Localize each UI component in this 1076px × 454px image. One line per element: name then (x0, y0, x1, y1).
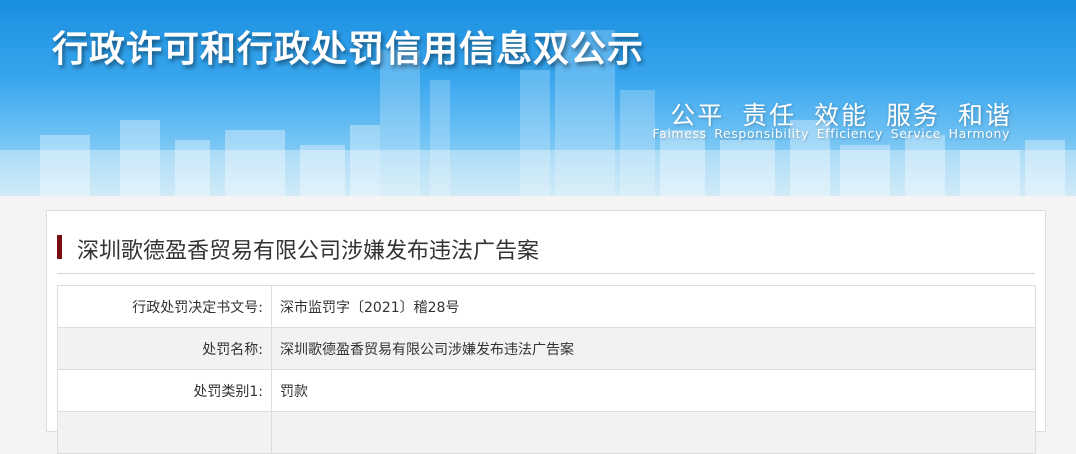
field-label: 处罚类别1: (57, 369, 272, 412)
field-label (57, 411, 272, 454)
case-title: 深圳歌德盈香贸易有限公司涉嫌发布违法广告案 (77, 239, 540, 264)
case-detail-panel: 深圳歌德盈香贸易有限公司涉嫌发布违法广告案 行政处罚决定书文号: 深市监罚字〔2… (46, 210, 1046, 454)
header-banner: 行政许可和行政处罚信用信息双公示 公平 责任 效能 服务 和谐 Faimess … (0, 0, 1076, 196)
field-value: 罚款 (271, 369, 1036, 412)
table-row (57, 411, 1036, 454)
field-value: 深圳歌德盈香贸易有限公司涉嫌发布违法广告案 (271, 327, 1036, 370)
title-accent-bar (57, 235, 62, 259)
table-row: 处罚类别1: 罚款 (57, 369, 1036, 412)
site-title: 行政许可和行政处罚信用信息双公示 (52, 29, 645, 70)
case-info-table: 行政处罚决定书文号: 深市监罚字〔2021〕稽28号 处罚名称: 深圳歌德盈香贸… (57, 285, 1036, 454)
table-row: 行政处罚决定书文号: 深市监罚字〔2021〕稽28号 (57, 285, 1036, 328)
field-value (271, 411, 1036, 454)
field-label: 行政处罚决定书文号: (57, 285, 272, 328)
table-row: 处罚名称: 深圳歌德盈香贸易有限公司涉嫌发布违法广告案 (57, 327, 1036, 370)
case-title-header: 深圳歌德盈香贸易有限公司涉嫌发布违法广告案 (57, 233, 1035, 274)
field-label: 处罚名称: (57, 327, 272, 370)
slogan-english: Faimess Responsibility Efficiency Servic… (652, 126, 1010, 141)
field-value: 深市监罚字〔2021〕稽28号 (271, 285, 1036, 328)
